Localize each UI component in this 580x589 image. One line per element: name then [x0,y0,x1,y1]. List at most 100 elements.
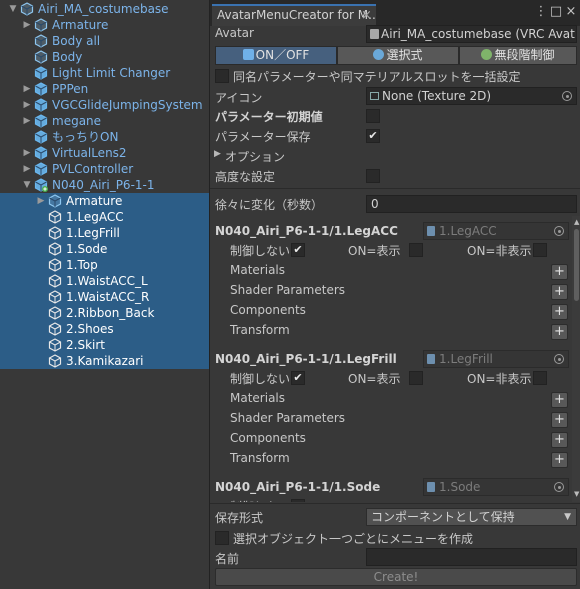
foldout-closed-icon[interactable]: ▶ [36,193,46,209]
divider [210,188,580,189]
options-foldout-icon[interactable]: ▶ [214,149,221,159]
mode-radial-button[interactable]: 無段階制御 [459,46,577,65]
on-show-label: ON=表示 [348,244,401,258]
foldout-closed-icon[interactable]: ▶ [22,17,32,33]
mode-onoff-button[interactable]: ON／OFF [215,46,337,65]
add-section-button[interactable]: + [551,432,568,448]
foldout-closed-icon[interactable]: ▶ [22,97,32,113]
hierarchy-row[interactable]: ▼ N040_Airi_P6-1-1 [0,177,209,193]
hierarchy-row[interactable]: ▼ Airi_MA_costumebase [0,1,209,17]
section-label: Shader Parameters [230,283,346,297]
gameobject-icon [48,274,62,288]
hierarchy-row-selected[interactable]: 1.WaistACC_R [0,289,209,305]
item-title: N040_Airi_P6-1-1/1.LegFrill [215,352,397,366]
object-picker-icon[interactable] [554,482,564,492]
avatar-object-field[interactable]: Airi_MA_costumebase (VRC Avat [366,25,577,43]
hierarchy-row-selected[interactable]: 2.Shoes [0,321,209,337]
prefab-icon [34,114,48,128]
hierarchy-row-label: Body [52,50,83,64]
on-show-checkbox[interactable] [409,371,423,385]
hierarchy-row[interactable]: ▶ VirtualLens2 [0,145,209,161]
object-picker-icon[interactable] [554,226,564,236]
gradual-input[interactable]: 0 [366,195,577,213]
name-label: 名前 [215,552,240,566]
save-format-dropdown[interactable]: コンポーネントとして保持 ▼ [366,508,577,526]
same-param-checkbox[interactable] [215,69,229,83]
window-tab-bar: AvatarMenuCreator for M... × ⋮ □ × [210,0,580,26]
tab-close-icon[interactable]: × [361,6,372,25]
item-object-field[interactable]: 1.Sode [423,478,569,496]
hierarchy-row[interactable]: Light Limit Changer [0,65,209,81]
add-section-button[interactable]: + [551,324,568,340]
hierarchy-row-selected[interactable]: 1.Sode [0,241,209,257]
hierarchy-row-selected[interactable]: 2.Skirt [0,337,209,353]
scroll-up-icon[interactable]: ▲ [574,218,580,227]
foldout-closed-icon[interactable]: ▶ [22,81,32,97]
window-maximize-icon[interactable]: □ [549,4,563,19]
hierarchy-row-selected[interactable]: 1.LegACC [0,209,209,225]
hierarchy-row-selected[interactable]: 1.Top [0,257,209,273]
add-section-button[interactable]: + [551,452,568,468]
window-close-icon[interactable]: × [564,4,578,19]
hierarchy-row[interactable]: Body [0,49,209,65]
no-control-checkbox[interactable] [291,499,305,502]
hierarchy-row-selected[interactable]: 1.WaistACC_L [0,273,209,289]
create-button[interactable]: Create! [215,568,577,586]
window-menu-icon[interactable]: ⋮ [534,4,548,19]
foldout-open-icon[interactable]: ▼ [8,1,18,17]
hierarchy-row[interactable]: ▶ megane [0,113,209,129]
scroll-down-icon[interactable]: ▼ [574,490,580,499]
foldout-closed-icon[interactable]: ▶ [22,161,32,177]
name-input[interactable] [366,548,577,566]
foldout-open-icon[interactable]: ▼ [22,177,32,193]
param-initial-label: パラメーター初期値 [215,110,323,124]
on-hide-checkbox[interactable] [533,371,547,385]
no-control-label: 制御しない [230,372,291,386]
on-hide-checkbox[interactable] [533,243,547,257]
add-section-button[interactable]: + [551,284,568,300]
per-object-checkbox[interactable] [215,531,229,545]
hierarchy-row[interactable]: Body all [0,33,209,49]
options-foldout-label[interactable]: オプション [225,148,285,165]
on-show-checkbox[interactable] [409,243,423,257]
object-picker-icon[interactable] [562,91,572,101]
add-section-button[interactable]: + [551,304,568,320]
toggle-icon [242,49,254,60]
icon-object-field[interactable]: None (Texture 2D) [366,87,577,105]
hierarchy-row[interactable]: ▶ Armature [0,17,209,33]
window-tab-title: AvatarMenuCreator for M... [217,8,376,22]
item-object-field[interactable]: 1.LegFrill [423,350,569,368]
param-save-checkbox[interactable]: ✔ [366,129,380,143]
object-picker-icon[interactable] [554,354,564,364]
add-section-button[interactable]: + [551,412,568,428]
hierarchy-row-selected[interactable]: 1.LegFrill [0,225,209,241]
hierarchy-row-selected[interactable]: 3.Kamikazari [0,353,209,369]
gameobject-icon [48,290,62,304]
hierarchy-row-label: 3.Kamikazari [66,354,144,368]
scrollbar-thumb[interactable] [574,229,579,301]
no-control-checkbox[interactable]: ✔ [291,371,305,385]
hierarchy-row-selected[interactable]: 2.Ribbon_Back [0,305,209,321]
scrollbar-track[interactable]: ▲ ▼ [572,216,580,502]
hierarchy-row-label: 1.LegFrill [66,226,120,240]
param-initial-checkbox[interactable] [366,109,380,123]
foldout-closed-icon[interactable]: ▶ [22,145,32,161]
foldout-closed-icon[interactable]: ▶ [22,113,32,129]
prefab-icon [34,34,48,48]
hierarchy-row[interactable]: もっちりON [0,129,209,145]
icon-field-value: None (Texture 2D) [382,89,492,103]
hierarchy-row-label: Body all [52,34,101,48]
hierarchy-row-selected[interactable]: ▶ Armature [0,193,209,209]
hierarchy-row[interactable]: ▶ PPPen [0,81,209,97]
avatar-label: Avatar [215,26,254,40]
no-control-checkbox[interactable]: ✔ [291,243,305,257]
window-tab[interactable]: AvatarMenuCreator for M... × [212,4,376,26]
mode-select-button[interactable]: 選択式 [337,46,459,65]
hierarchy-row[interactable]: ▶ PVLController [0,161,209,177]
advanced-checkbox[interactable] [366,169,380,183]
add-section-button[interactable]: + [551,264,568,280]
hierarchy-row[interactable]: ▶ VGCGlideJumpingSystem [0,97,209,113]
add-section-button[interactable]: + [551,392,568,408]
item-list: N040_Airi_P6-1-1/1.LegACC 1.LegACC 制御しない ✔ O… [210,216,580,502]
item-object-field[interactable]: 1.LegACC [423,222,569,240]
